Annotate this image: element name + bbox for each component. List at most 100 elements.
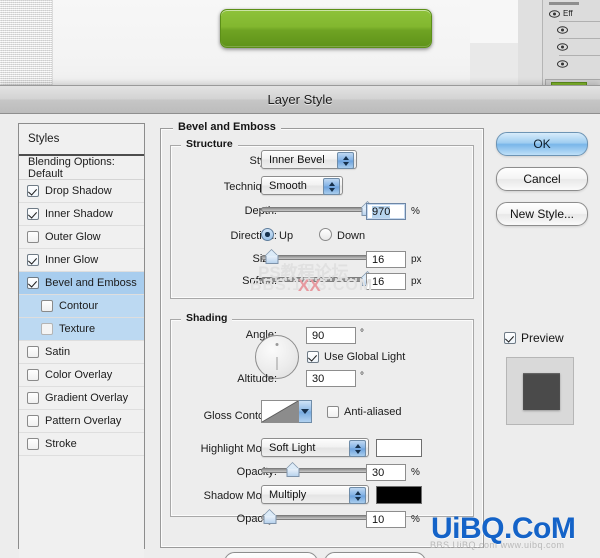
- layer-effects-row[interactable]: Eff: [549, 9, 573, 18]
- make-default-button[interactable]: Make Default: [224, 552, 318, 558]
- ok-button[interactable]: OK: [496, 132, 588, 156]
- eye-icon[interactable]: [557, 43, 568, 51]
- background-panel-left: [470, 0, 519, 44]
- screenshot-root: Eff Layer Style Styles Blending Options:…: [0, 0, 600, 558]
- checkbox-stroke[interactable]: [27, 438, 39, 450]
- depth-slider[interactable]: [261, 202, 375, 217]
- layers-divider-3: [559, 55, 600, 56]
- direction-up-radio[interactable]: [261, 228, 274, 241]
- layer-effect-item-1[interactable]: [557, 26, 568, 34]
- checkbox-satin[interactable]: [27, 346, 39, 358]
- preview-thumbnail-chip: [523, 373, 560, 410]
- sidebar-item-outer-glow[interactable]: Outer Glow: [19, 226, 144, 249]
- chevron-updown-icon[interactable]: [349, 440, 366, 457]
- gloss-contour-swatch[interactable]: [261, 400, 299, 423]
- gloss-contour-dropdown[interactable]: [299, 400, 312, 423]
- contour-curve-icon: [262, 401, 298, 422]
- background-panel-right: [518, 0, 543, 92]
- highlight-mode-select[interactable]: Soft Light: [261, 438, 369, 457]
- sidebar-item-drop-shadow[interactable]: Drop Shadow: [19, 180, 144, 203]
- sidebar-item-stroke[interactable]: Stroke: [19, 433, 144, 456]
- layer-effect-item-2[interactable]: [557, 43, 568, 51]
- green-button-artwork: [220, 9, 432, 48]
- dialog-titlebar[interactable]: Layer Style: [0, 86, 600, 114]
- new-style-label: New Style...: [509, 207, 575, 221]
- altitude-unit: °: [360, 371, 364, 382]
- sidebar-item-label: Satin: [45, 346, 71, 358]
- checkbox-drop-shadow[interactable]: [27, 185, 39, 197]
- layers-panel-tab: [549, 2, 579, 5]
- sidebar-item-label: Color Overlay: [45, 369, 113, 381]
- eye-icon[interactable]: [557, 26, 568, 34]
- sidebar-item-satin[interactable]: Satin: [19, 341, 144, 364]
- highlight-mode-value: Soft Light: [269, 441, 316, 454]
- checkbox-color-overlay[interactable]: [27, 369, 39, 381]
- technique-select-value: Smooth: [269, 179, 307, 192]
- checkbox-inner-glow[interactable]: [27, 254, 39, 266]
- sidebar-item-inner-glow[interactable]: Inner Glow: [19, 249, 144, 272]
- chevron-updown-icon[interactable]: [349, 487, 366, 504]
- sidebar-item-label: Texture: [59, 323, 96, 335]
- shadow-opacity-slider[interactable]: [261, 510, 368, 525]
- angle-input[interactable]: 90: [306, 327, 356, 344]
- checkbox-outer-glow[interactable]: [27, 231, 39, 243]
- styles-list-empty-area: [19, 456, 144, 558]
- new-style-button[interactable]: New Style...: [496, 202, 588, 226]
- direction-down-label: Down: [337, 230, 366, 242]
- sidebar-item-inner-shadow[interactable]: Inner Shadow: [19, 203, 144, 226]
- technique-select[interactable]: Smooth: [261, 176, 343, 195]
- preview-label: Preview: [521, 331, 564, 345]
- checkbox-pattern-overlay[interactable]: [27, 415, 39, 427]
- shadow-color-swatch[interactable]: [376, 486, 422, 504]
- shadow-opacity-unit: %: [411, 514, 420, 525]
- sidebar-item-bevel-and-emboss[interactable]: Bevel and Emboss: [19, 272, 144, 295]
- altitude-input[interactable]: 30: [306, 370, 356, 387]
- size-input[interactable]: 16: [366, 251, 406, 268]
- checkbox-contour[interactable]: [41, 300, 53, 312]
- layers-divider-2: [559, 38, 600, 39]
- canvas-texture-area: [0, 0, 52, 92]
- highlight-opacity-input[interactable]: 30: [366, 464, 406, 481]
- soften-slider[interactable]: [261, 272, 375, 287]
- soften-input[interactable]: 16: [366, 273, 406, 290]
- highlight-opacity-slider[interactable]: [261, 463, 368, 478]
- sidebar-item-label: Drop Shadow: [45, 185, 112, 197]
- checkbox-texture[interactable]: [41, 323, 53, 335]
- direction-down-radio[interactable]: [319, 228, 332, 241]
- reset-to-default-button[interactable]: Reset to Default: [324, 552, 426, 558]
- size-slider[interactable]: [261, 250, 368, 265]
- shadow-mode-select[interactable]: Multiply: [261, 485, 369, 504]
- preview-row[interactable]: Preview: [504, 331, 564, 345]
- effects-label: Eff: [563, 9, 573, 18]
- sidebar-item-blending-options[interactable]: Blending Options: Default: [19, 156, 144, 180]
- sidebar-item-pattern-overlay[interactable]: Pattern Overlay: [19, 410, 144, 433]
- depth-input[interactable]: 970: [366, 203, 406, 220]
- size-value: 16: [372, 253, 385, 266]
- highlight-opacity-track: [261, 468, 368, 473]
- sidebar-item-contour[interactable]: Contour: [19, 295, 144, 318]
- chevron-updown-icon[interactable]: [337, 152, 354, 169]
- chevron-updown-icon[interactable]: [323, 178, 340, 195]
- sidebar-item-texture[interactable]: Texture: [19, 318, 144, 341]
- checkbox-bevel-and-emboss[interactable]: [27, 277, 39, 289]
- checkbox-preview[interactable]: [504, 332, 516, 344]
- eye-icon[interactable]: [549, 9, 560, 18]
- highlight-color-swatch[interactable]: [376, 439, 422, 457]
- sidebar-item-color-overlay[interactable]: Color Overlay: [19, 364, 144, 387]
- checkbox-gradient-overlay[interactable]: [27, 392, 39, 404]
- shadow-opacity-input[interactable]: 10: [366, 511, 406, 528]
- highlight-opacity-thumb[interactable]: [286, 464, 300, 477]
- shadow-opacity-track: [261, 515, 368, 520]
- cancel-button[interactable]: Cancel: [496, 167, 588, 191]
- layer-effect-item-3[interactable]: [557, 60, 568, 68]
- sidebar-item-gradient-overlay[interactable]: Gradient Overlay: [19, 387, 144, 410]
- eye-icon[interactable]: [557, 60, 568, 68]
- shadow-mode-value: Multiply: [269, 488, 307, 501]
- checkbox-use-global-light[interactable]: [307, 351, 319, 363]
- shadow-opacity-value: 10: [372, 513, 385, 526]
- style-select[interactable]: Inner Bevel: [261, 150, 357, 169]
- size-slider-thumb[interactable]: [265, 251, 279, 264]
- shadow-opacity-thumb[interactable]: [263, 511, 277, 524]
- checkbox-inner-shadow[interactable]: [27, 208, 39, 220]
- checkbox-anti-aliased[interactable]: [327, 406, 339, 418]
